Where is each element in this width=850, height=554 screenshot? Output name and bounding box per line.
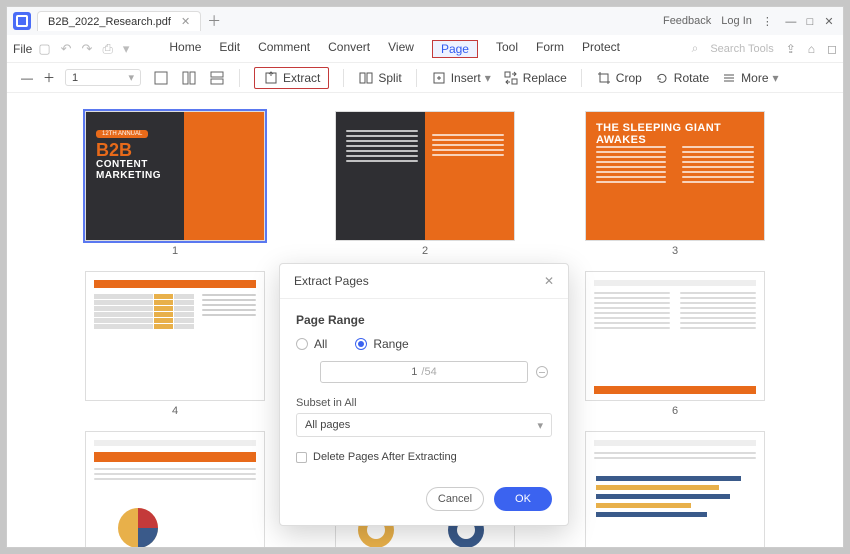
menu-edit[interactable]: Edit bbox=[219, 40, 240, 58]
window-close-icon[interactable]: ✕ bbox=[821, 15, 837, 28]
qa-more-icon[interactable]: ▾ bbox=[123, 41, 130, 57]
range-value: 1 bbox=[411, 366, 417, 378]
insert-icon bbox=[431, 70, 447, 86]
crop-button[interactable]: Crop bbox=[596, 70, 642, 86]
feedback-link[interactable]: Feedback bbox=[663, 15, 711, 27]
extract-label: Extract bbox=[283, 71, 320, 85]
cloud-icon[interactable]: ⌂ bbox=[808, 42, 815, 56]
search-icon[interactable]: ⌕ bbox=[692, 41, 699, 56]
app-window: B2B_2022_Research.pdf ✕ ＋ Feedback Log I… bbox=[6, 6, 844, 548]
new-tab-button[interactable]: ＋ bbox=[207, 11, 221, 31]
range-total: /54 bbox=[421, 366, 436, 378]
range-input[interactable]: 1 /54 bbox=[320, 361, 528, 383]
dialog-overlay: Extract Pages ✕ Page Range All Range bbox=[7, 93, 843, 547]
radio-range[interactable]: Range bbox=[355, 337, 408, 351]
radio-all-label: All bbox=[314, 337, 327, 351]
login-link[interactable]: Log In bbox=[721, 15, 752, 27]
extract-pages-dialog: Extract Pages ✕ Page Range All Range bbox=[279, 263, 569, 526]
insert-label: Insert bbox=[451, 71, 481, 85]
boxes-2-icon[interactable] bbox=[181, 70, 197, 86]
menu-convert[interactable]: Convert bbox=[328, 40, 370, 58]
subset-value: All pages bbox=[305, 419, 350, 431]
menu-protect[interactable]: Protect bbox=[582, 40, 620, 58]
menubar: File ▢ ↶ ↷ ⎙ ▾ Home Edit Comment Convert… bbox=[7, 35, 843, 63]
insert-button[interactable]: Insert ▾ bbox=[431, 70, 491, 86]
document-tab[interactable]: B2B_2022_Research.pdf ✕ bbox=[37, 11, 201, 31]
extract-button[interactable]: Extract bbox=[254, 67, 329, 89]
more-caret-icon: ▾ bbox=[773, 71, 779, 85]
replace-label: Replace bbox=[523, 71, 567, 85]
rotate-label: Rotate bbox=[674, 71, 709, 85]
delete-after-label: Delete Pages After Extracting bbox=[313, 451, 457, 463]
app-logo-icon bbox=[13, 12, 31, 30]
split-button[interactable]: Split bbox=[358, 70, 401, 86]
ok-button[interactable]: OK bbox=[494, 487, 552, 511]
split-label: Split bbox=[378, 71, 401, 85]
main-menu: Home Edit Comment Convert View Page Tool… bbox=[169, 40, 620, 58]
rotate-button[interactable]: Rotate bbox=[654, 70, 709, 86]
dialog-close-icon[interactable]: ✕ bbox=[544, 274, 554, 288]
replace-button[interactable]: Replace bbox=[503, 70, 567, 86]
zoom-in-icon[interactable]: ＋ bbox=[43, 69, 55, 86]
radio-all-dot bbox=[296, 338, 308, 350]
boxes-3-icon[interactable] bbox=[209, 70, 225, 86]
kebab-menu-icon[interactable]: ⋮ bbox=[762, 15, 773, 28]
subset-label: Subset in All bbox=[296, 397, 552, 409]
dialog-title: Extract Pages bbox=[294, 274, 369, 288]
menu-comment[interactable]: Comment bbox=[258, 40, 310, 58]
crop-label: Crop bbox=[616, 71, 642, 85]
window-maximize-icon[interactable]: □ bbox=[802, 16, 818, 28]
qa-undo-icon[interactable]: ↶ bbox=[61, 41, 72, 57]
extract-icon bbox=[263, 70, 279, 86]
share-icon[interactable]: ⇪ bbox=[786, 42, 796, 56]
qa-redo-icon[interactable]: ↷ bbox=[82, 41, 93, 57]
rotate-icon bbox=[654, 70, 670, 86]
file-menu[interactable]: File bbox=[13, 42, 32, 56]
page-range-heading: Page Range bbox=[296, 313, 552, 327]
zoom-out-icon[interactable]: — bbox=[21, 71, 33, 85]
insert-caret-icon: ▾ bbox=[485, 71, 491, 85]
crop-icon bbox=[596, 70, 612, 86]
more-button[interactable]: More ▾ bbox=[721, 70, 778, 86]
menu-view[interactable]: View bbox=[388, 40, 414, 58]
subset-select[interactable]: All pages ▾ bbox=[296, 413, 552, 437]
qa-print-icon[interactable]: ⎙ bbox=[102, 41, 112, 57]
qa-save-icon[interactable]: ▢ bbox=[38, 41, 50, 57]
more-icon bbox=[721, 70, 737, 86]
page-number-caret-icon: ▾ bbox=[128, 71, 134, 84]
split-icon bbox=[358, 70, 374, 86]
radio-all[interactable]: All bbox=[296, 337, 327, 351]
menu-home[interactable]: Home bbox=[169, 40, 201, 58]
radio-range-dot bbox=[355, 338, 367, 350]
range-remove-icon[interactable] bbox=[536, 366, 548, 378]
menu-form[interactable]: Form bbox=[536, 40, 564, 58]
close-tab-icon[interactable]: ✕ bbox=[181, 15, 190, 28]
thumbnail-grid: 12TH ANNUAL B2B CONTENT MARKETING 1 2 bbox=[7, 93, 843, 547]
page-number-value: 1 bbox=[72, 72, 78, 84]
boxes-1-icon[interactable] bbox=[153, 70, 169, 86]
subset-caret-icon: ▾ bbox=[537, 419, 543, 432]
menu-page[interactable]: Page bbox=[432, 40, 478, 58]
ok-label: OK bbox=[515, 493, 531, 505]
cancel-button[interactable]: Cancel bbox=[426, 487, 484, 511]
cancel-label: Cancel bbox=[438, 493, 472, 505]
page-number-input[interactable]: 1 ▾ bbox=[65, 69, 141, 86]
more-label: More bbox=[741, 71, 768, 85]
replace-icon bbox=[503, 70, 519, 86]
menu-tool[interactable]: Tool bbox=[496, 40, 518, 58]
page-toolbar: — ＋ 1 ▾ Extract Split Insert ▾ bbox=[7, 63, 843, 93]
titlebar: B2B_2022_Research.pdf ✕ ＋ Feedback Log I… bbox=[7, 7, 843, 35]
tab-title: B2B_2022_Research.pdf bbox=[48, 16, 171, 28]
delete-after-checkbox[interactable]: Delete Pages After Extracting bbox=[296, 451, 552, 463]
window-minimize-icon[interactable]: — bbox=[783, 16, 799, 28]
search-tools-input[interactable]: Search Tools bbox=[710, 43, 773, 55]
expand-icon[interactable]: ◻ bbox=[827, 42, 837, 56]
checkbox-box bbox=[296, 452, 307, 463]
radio-range-label: Range bbox=[373, 337, 408, 351]
